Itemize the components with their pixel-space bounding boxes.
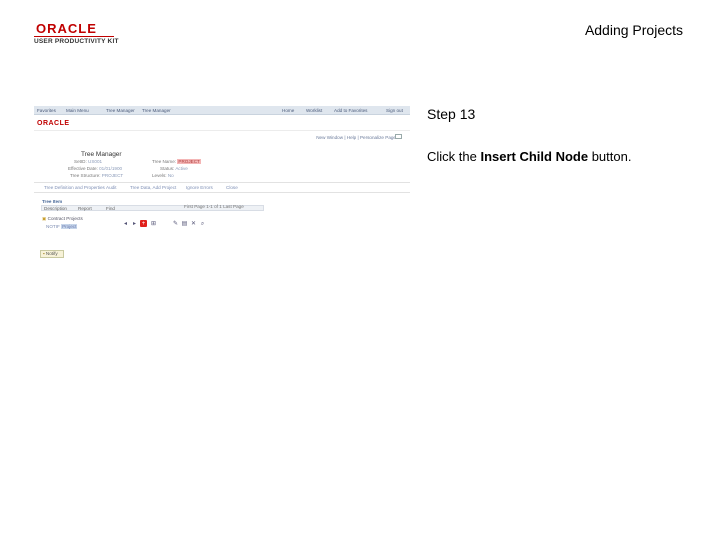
cut-icon[interactable]: ✕: [190, 220, 197, 227]
folder-icon: ▣: [42, 216, 47, 221]
notify-button[interactable]: ▪ Notify: [40, 250, 64, 258]
grid-col-find[interactable]: Find: [106, 206, 115, 211]
product-name: USER PRODUCTIVITY KIT: [34, 38, 119, 45]
nav-worklist[interactable]: Worklist: [306, 108, 322, 113]
nav-tree-manager[interactable]: Tree Manager: [106, 108, 135, 113]
instruction-target: Insert Child Node: [480, 149, 589, 164]
arrow-right-icon[interactable]: ▸: [131, 220, 138, 227]
insert-sibling-icon[interactable]: ⊞: [150, 220, 157, 227]
tree-root-node[interactable]: ▣ Contract Projects: [42, 216, 83, 222]
link-tree-data[interactable]: Tree Data, Add Project: [130, 185, 176, 190]
nav-favorites[interactable]: Favorites: [37, 108, 56, 113]
page-tool-links[interactable]: New Window | Help | Personalize Page: [316, 135, 396, 140]
application-screenshot: Favorites Main Menu Tree Manager Tree Ma…: [34, 106, 410, 266]
insert-child-node-icon[interactable]: +: [140, 220, 147, 227]
document-title: Adding Projects: [584, 22, 683, 38]
grid-col-description: Description: [44, 206, 67, 211]
section-divider-2: [34, 192, 410, 193]
step-number: Step 13: [427, 106, 476, 122]
link-tree-definition[interactable]: Tree Definition and Properties: [44, 185, 105, 190]
logo-divider: [34, 36, 114, 37]
top-nav-bar: Favorites Main Menu Tree Manager Tree Ma…: [34, 106, 410, 115]
status-field: Status: Active: [160, 166, 188, 171]
step-instruction: Click the Insert Child Node button.: [427, 149, 632, 164]
personalize-icon[interactable]: [395, 134, 402, 139]
levels-field: Levels: No: [152, 173, 174, 178]
nav-tree-manager-2[interactable]: Tree Manager: [142, 108, 171, 113]
section-divider: [34, 182, 410, 183]
nav-home[interactable]: Home: [282, 108, 294, 113]
link-close[interactable]: Close: [226, 185, 238, 190]
nav-add-favorites[interactable]: Add to Favorites: [334, 108, 367, 113]
oracle-upk-logo: ORACLE USER PRODUCTIVITY KIT: [34, 22, 126, 48]
tree-manager-title: Tree Manager: [81, 151, 122, 158]
search-icon[interactable]: ⌕: [199, 220, 206, 227]
tree-item-section-label: Tree Item: [42, 199, 63, 204]
link-ignore-errors[interactable]: Ignore Errors: [186, 185, 213, 190]
setid-field: SetID: US001: [74, 159, 103, 164]
notify-icon: ▪: [43, 251, 45, 256]
tree-name-field: Tree Name: PROJECT: [152, 159, 201, 164]
link-audit[interactable]: Audit: [106, 185, 116, 190]
app-oracle-logo: ORACLE: [37, 120, 70, 127]
tree-child-node[interactable]: NOTIF Project: [46, 224, 78, 229]
tree-pager[interactable]: First Page 1-1 of 1 Last Page: [184, 204, 244, 209]
delete-icon[interactable]: ▤: [181, 220, 188, 227]
header-divider: [34, 130, 410, 131]
nav-main-menu[interactable]: Main Menu: [66, 108, 89, 113]
oracle-wordmark: ORACLE: [36, 21, 97, 36]
effective-date-field: Effective Date: 01/01/1900: [68, 166, 123, 171]
edit-icon[interactable]: ✎: [172, 220, 179, 227]
grid-col-report[interactable]: Report: [78, 206, 92, 211]
tree-structure-field: Tree Structure: PROJECT: [70, 173, 124, 178]
arrow-left-icon[interactable]: ◂: [122, 220, 129, 227]
nav-sign-out[interactable]: Sign out: [386, 108, 403, 113]
